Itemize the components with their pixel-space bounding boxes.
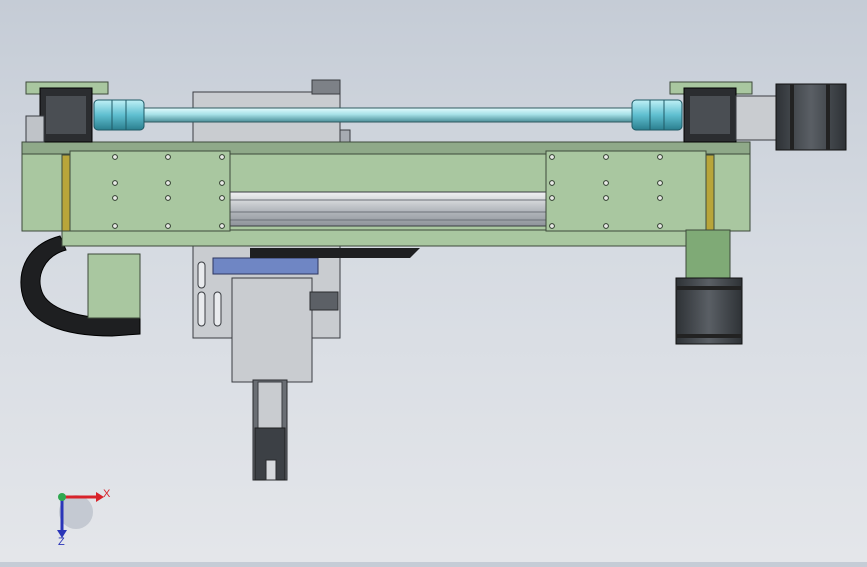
bolt-hole	[112, 154, 118, 160]
linear-rail	[229, 191, 547, 227]
bolt-hole	[549, 180, 555, 186]
blue-bracket-lower	[212, 257, 319, 275]
bolt-hole	[549, 223, 555, 229]
bolt-hole	[112, 180, 118, 186]
bolt-hole	[603, 154, 609, 160]
orientation-triad: X Z	[57, 488, 111, 548]
bolt-hole	[657, 154, 663, 160]
y-axis-dot	[58, 493, 66, 501]
coupling-right[interactable]	[631, 99, 683, 131]
bolt-hole	[219, 195, 225, 201]
drive-shaft[interactable]	[139, 107, 641, 123]
bolt-hole	[165, 154, 171, 160]
z-axis-label: Z	[58, 536, 65, 548]
bolt-hole	[657, 180, 663, 186]
cad-viewport[interactable]: X Z	[0, 0, 867, 562]
bolt-hole	[165, 180, 171, 186]
bolt-hole	[603, 180, 609, 186]
bolt-hole	[549, 154, 555, 160]
coupling-left[interactable]	[93, 99, 145, 131]
bolt-hole	[603, 223, 609, 229]
end-plate-left[interactable]	[61, 150, 231, 232]
bolt-hole	[219, 180, 225, 186]
bolt-hole	[165, 195, 171, 201]
end-plate-right[interactable]	[545, 150, 715, 232]
bolt-hole	[165, 223, 171, 229]
x-axis-label: X	[103, 488, 111, 500]
stepper-motor-bottom-right[interactable]	[675, 229, 743, 345]
bolt-hole	[657, 195, 663, 201]
cad-model-view[interactable]: X Z	[0, 0, 867, 562]
bolt-hole	[219, 223, 225, 229]
bolt-hole	[603, 195, 609, 201]
bolt-hole	[219, 154, 225, 160]
bolt-hole	[657, 223, 663, 229]
z-axis-module[interactable]	[252, 379, 288, 481]
bolt-hole	[549, 195, 555, 201]
bolt-hole	[112, 195, 118, 201]
bolt-hole	[112, 223, 118, 229]
